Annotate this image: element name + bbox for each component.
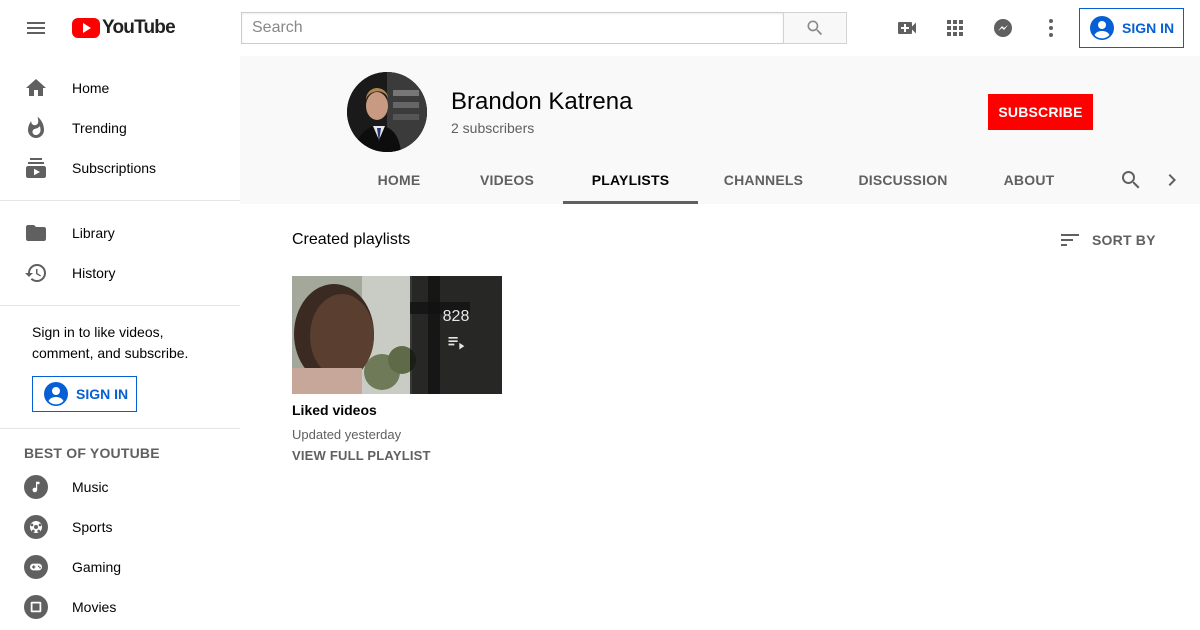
search-bar [241, 12, 847, 44]
search-icon [807, 20, 823, 36]
playlist-icon [448, 337, 465, 350]
sidebar-sign-in-button[interactable]: SIGN IN [32, 376, 137, 412]
music-icon [24, 475, 48, 499]
section-title: Created playlists [292, 231, 411, 248]
sidebar-item-label: Movies [72, 599, 117, 615]
sidebar-item-trending[interactable]: Trending [0, 108, 240, 148]
sidebar-item-label: Library [72, 225, 115, 241]
messages-icon[interactable] [983, 8, 1023, 48]
sign-in-label: SIGN IN [1122, 20, 1175, 36]
sidebar-item-subscriptions[interactable]: Subscriptions [0, 148, 240, 188]
sidebar-item-label: Home [72, 80, 110, 96]
playlist-title[interactable]: Liked videos [292, 402, 377, 418]
tab-about[interactable]: ABOUT [977, 156, 1081, 204]
playlist-thumbnail[interactable]: 828 [292, 276, 502, 394]
logo-text: YouTube [102, 17, 176, 38]
tab-home[interactable]: HOME [347, 156, 451, 204]
account-icon [1090, 16, 1114, 40]
playlist-video-count: 828 [442, 308, 470, 325]
gaming-icon [24, 555, 48, 579]
sidebar-item-sports[interactable]: Sports [0, 507, 240, 547]
create-video-icon[interactable] [887, 8, 927, 48]
sidebar-item-label: Gaming [72, 559, 122, 575]
tab-videos[interactable]: VIDEOS [451, 156, 563, 204]
channel-header: Brandon Katrena 2 subscribers SUBSCRIBE … [240, 56, 1200, 204]
apps-grid-icon[interactable] [935, 8, 975, 48]
sidebar-item-history[interactable]: History [0, 253, 240, 293]
sidebar: Home Trending Subscriptions Library Hist… [0, 56, 240, 630]
sign-in-button[interactable]: SIGN IN [1079, 8, 1184, 48]
view-full-playlist-link[interactable]: VIEW FULL PLAYLIST [292, 448, 431, 463]
playlist-count-overlay: 828 [410, 276, 502, 394]
search-input[interactable] [241, 12, 783, 44]
search-button[interactable] [783, 12, 847, 44]
tab-channels[interactable]: CHANNELS [698, 156, 829, 204]
sidebar-item-label: Music [72, 479, 109, 495]
masthead: YouTube SIGN IN [0, 0, 1200, 56]
youtube-logo[interactable]: YouTube [72, 17, 176, 39]
sidebar-item-library[interactable]: Library [0, 213, 240, 253]
channel-search-icon[interactable] [1111, 156, 1151, 204]
sidebar-item-movies[interactable]: Movies [0, 587, 240, 627]
playlists-content: Created playlists SORT BY 828 Liked vide… [240, 204, 1200, 630]
sidebar-item-label: History [72, 265, 116, 281]
more-options-icon[interactable] [1031, 8, 1071, 48]
subscribe-button[interactable]: SUBSCRIBE [988, 94, 1093, 130]
chevron-right-icon[interactable] [1156, 156, 1188, 204]
sidebar-item-label: Sports [72, 519, 113, 535]
fire-icon [24, 116, 48, 140]
signin-promo: Sign in to like videos, comment, and sub… [0, 306, 240, 428]
sort-by-button[interactable]: SORT BY [1058, 228, 1156, 252]
menu-icon[interactable] [16, 8, 56, 48]
folder-icon [24, 221, 48, 245]
sidebar-item-music[interactable]: Music [0, 467, 240, 507]
signin-prompt-text: Sign in to like videos, comment, and sub… [32, 324, 189, 361]
playlist-updated: Updated yesterday [292, 427, 402, 442]
sidebar-item-home[interactable]: Home [0, 68, 240, 108]
sports-icon [24, 515, 48, 539]
sort-by-label: SORT BY [1092, 232, 1156, 248]
channel-avatar[interactable] [347, 72, 427, 152]
sidebar-item-gaming[interactable]: Gaming [0, 547, 240, 587]
sort-icon [1061, 234, 1079, 246]
subscriptions-icon [24, 156, 48, 180]
subscriber-count: 2 subscribers [451, 120, 535, 136]
movies-icon [24, 595, 48, 619]
sidebar-item-label: Subscriptions [72, 160, 157, 176]
home-icon [24, 76, 48, 100]
sign-in-label: SIGN IN [76, 385, 129, 402]
account-icon [44, 382, 68, 406]
sidebar-item-label: Trending [72, 120, 127, 136]
history-icon [24, 261, 48, 285]
tab-discussion[interactable]: DISCUSSION [829, 156, 977, 204]
sidebar-divider [0, 200, 240, 201]
tab-playlists[interactable]: PLAYLISTS [563, 156, 698, 204]
channel-tabs: HOME VIDEOS PLAYLISTS CHANNELS DISCUSSIO… [347, 156, 1081, 204]
section-title-best-of-youtube: BEST OF YOUTUBE [24, 445, 160, 461]
channel-name: Brandon Katrena [451, 88, 633, 115]
youtube-play-icon [72, 18, 100, 38]
